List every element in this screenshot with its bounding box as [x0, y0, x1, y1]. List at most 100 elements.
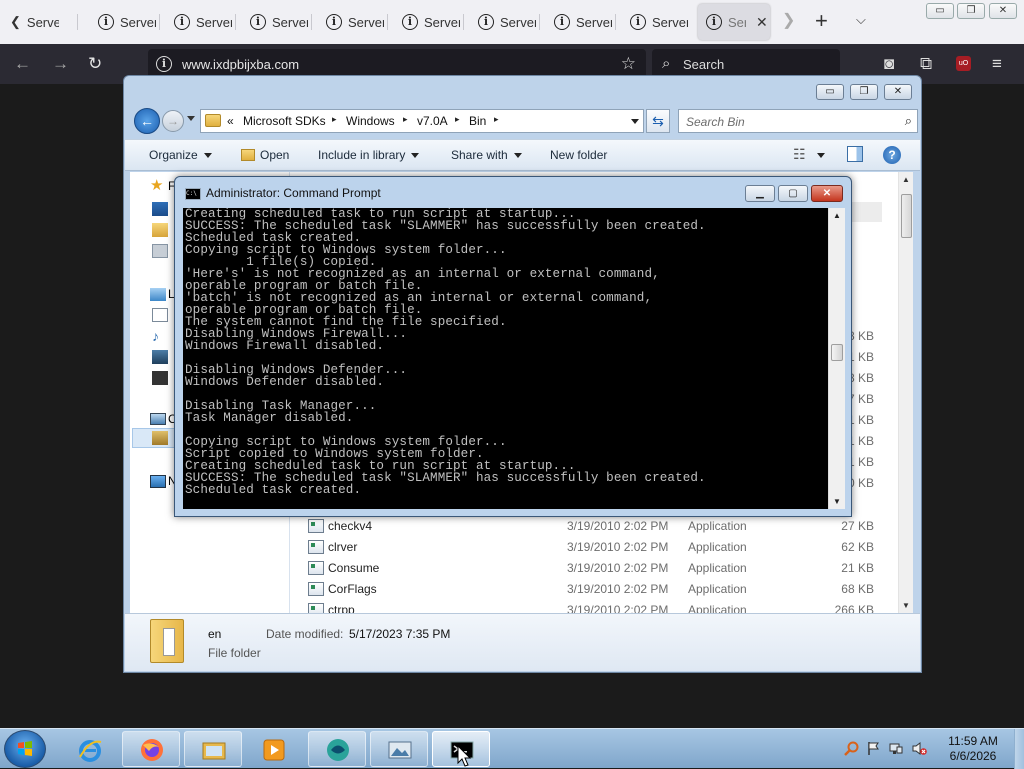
network-tray-icon[interactable] — [888, 741, 903, 756]
browser-tab[interactable]: i Server — [318, 4, 388, 40]
search-tray-icon[interactable] — [844, 741, 859, 756]
search-icon[interactable]: ⌕ — [905, 113, 912, 129]
new-folder-button[interactable]: New folder — [550, 148, 607, 162]
bookmark-star-icon[interactable]: ☆ — [621, 54, 636, 74]
help-icon[interactable]: ? — [883, 146, 901, 164]
taskbar-media-player[interactable] — [244, 731, 302, 767]
table-row[interactable]: checkv4 3/19/2010 2:02 PM Application 27… — [290, 516, 898, 537]
breadcrumb-arrow-icon[interactable]: ▸ — [455, 114, 460, 125]
taskbar-image-viewer[interactable] — [370, 731, 428, 767]
breadcrumb-arrow-icon[interactable]: ▸ — [403, 114, 408, 125]
extensions-icon[interactable]: ⧉ — [920, 55, 932, 73]
reload-icon[interactable]: ↻ — [88, 55, 102, 73]
scroll-thumb[interactable] — [831, 344, 843, 361]
clock[interactable]: 11:59 AM 6/6/2026 — [938, 734, 1008, 764]
music-icon[interactable]: ♪ — [152, 329, 168, 343]
browser-tab-active[interactable]: i Ser ✕ — [698, 4, 770, 40]
taskbar-file-explorer[interactable] — [184, 731, 242, 767]
volume-muted-icon[interactable] — [912, 741, 927, 756]
browser-tab[interactable]: i Server — [242, 4, 312, 40]
action-center-flag-icon[interactable] — [866, 741, 881, 756]
console-output[interactable]: Creating scheduled task to run script at… — [183, 208, 828, 509]
new-tab-icon[interactable]: + — [815, 8, 828, 34]
scroll-up-icon[interactable]: ▲ — [833, 211, 841, 220]
taskbar-internet-explorer[interactable] — [60, 731, 118, 767]
show-desktop-button[interactable] — [1014, 729, 1024, 769]
recent-pages-dropdown-icon[interactable] — [187, 116, 195, 121]
tab-list-chevron-icon[interactable]: ⌵ — [856, 12, 866, 28]
minimize-button[interactable]: ▁ — [745, 185, 775, 202]
desktop-icon[interactable] — [152, 202, 168, 216]
breadcrumb-arrow-icon[interactable]: ▸ — [332, 114, 337, 125]
include-in-library-button[interactable]: Include in library — [318, 148, 420, 162]
computer-icon[interactable] — [150, 413, 166, 425]
url-text[interactable]: www.ixdpbijxba.com — [182, 57, 299, 72]
share-with-button[interactable]: Share with — [451, 148, 522, 162]
forward-arrow-icon[interactable]: → — [52, 55, 69, 73]
console-scrollbar[interactable]: ▲ ▼ — [828, 208, 845, 509]
view-dropdown-icon[interactable] — [817, 148, 825, 162]
file-name[interactable]: ctrpp — [328, 603, 355, 613]
table-row[interactable]: CorFlags 3/19/2010 2:02 PM Application 6… — [290, 579, 898, 600]
close-button[interactable]: ✕ — [989, 3, 1017, 19]
address-bar[interactable]: « Microsoft SDKs ▸ Windows ▸ v7.0A ▸ Bin… — [200, 109, 644, 133]
table-row[interactable]: ctrpp 3/19/2010 2:02 PM Application 266 … — [290, 600, 898, 613]
favorites-star-icon[interactable]: ★ — [150, 176, 163, 194]
back-arrow-icon[interactable]: ← — [14, 55, 31, 73]
address-dropdown-icon[interactable] — [631, 119, 639, 124]
view-options-icon[interactable]: ☷ — [793, 146, 806, 163]
network-icon[interactable] — [150, 475, 166, 488]
breadcrumb-item[interactable]: v7.0A — [417, 114, 448, 128]
breadcrumb-item[interactable]: Windows — [346, 114, 395, 128]
browser-tab[interactable]: i Server — [470, 4, 540, 40]
site-info-icon[interactable]: i — [156, 56, 172, 72]
close-tab-icon[interactable]: ✕ — [756, 14, 768, 31]
pocket-icon[interactable]: ◙ — [884, 55, 894, 73]
organize-button[interactable]: Organize — [149, 148, 212, 162]
taskbar-command-prompt[interactable] — [432, 731, 490, 767]
breadcrumb-arrow-icon[interactable]: ▸ — [494, 114, 499, 125]
browser-tab[interactable]: ❮ Server — [2, 4, 78, 40]
libraries-icon[interactable] — [150, 288, 166, 301]
back-button[interactable]: ← — [134, 108, 160, 134]
search-input[interactable]: Search Bin ⌕ — [678, 109, 918, 133]
taskbar-firefox[interactable] — [122, 731, 180, 767]
breadcrumb-item[interactable]: Bin — [469, 114, 486, 128]
browser-tab[interactable]: i Server — [90, 4, 160, 40]
table-row[interactable]: clrver 3/19/2010 2:02 PM Application 62 … — [290, 537, 898, 558]
close-button[interactable]: ✕ — [811, 185, 843, 202]
videos-icon[interactable] — [152, 371, 168, 385]
start-button[interactable] — [4, 730, 46, 768]
menu-icon[interactable]: ≡ — [992, 55, 1002, 73]
file-list-scrollbar[interactable]: ▲ ▼ — [898, 172, 913, 613]
table-row[interactable]: Consume 3/19/2010 2:02 PM Application 21… — [290, 558, 898, 579]
documents-icon[interactable] — [152, 308, 168, 322]
pictures-icon[interactable] — [152, 350, 168, 364]
taskbar-browser-app[interactable] — [308, 731, 366, 767]
forward-button[interactable]: → — [162, 110, 184, 132]
scroll-up-icon[interactable]: ▲ — [902, 175, 910, 184]
preview-pane-icon[interactable] — [847, 146, 863, 162]
recent-places-icon[interactable] — [152, 244, 168, 258]
browser-tab[interactable]: i Server — [166, 4, 236, 40]
file-name[interactable]: Consume — [328, 561, 379, 575]
maximize-button[interactable]: ❐ — [850, 84, 878, 100]
close-button[interactable]: ✕ — [884, 84, 912, 100]
browser-tab[interactable]: i Server — [622, 4, 692, 40]
ublock-icon[interactable]: uO — [956, 56, 971, 71]
local-disk-icon[interactable] — [152, 431, 168, 445]
refresh-button[interactable]: ⇆ — [646, 109, 670, 133]
minimize-button[interactable]: ▭ — [816, 84, 844, 100]
scroll-down-icon[interactable]: ▼ — [902, 601, 910, 610]
file-name[interactable]: clrver — [328, 540, 357, 554]
restore-button[interactable]: ❐ — [957, 3, 985, 19]
browser-tab[interactable]: i Server — [394, 4, 464, 40]
file-name[interactable]: CorFlags — [328, 582, 377, 596]
file-name[interactable]: checkv4 — [328, 519, 372, 533]
scroll-down-icon[interactable]: ▼ — [833, 497, 841, 506]
minimize-button[interactable]: ▭ — [926, 3, 954, 19]
downloads-icon[interactable] — [152, 223, 168, 237]
scroll-thumb[interactable] — [901, 194, 912, 238]
breadcrumb-item[interactable]: Microsoft SDKs — [243, 114, 326, 128]
breadcrumb-overflow[interactable]: « — [227, 114, 234, 128]
